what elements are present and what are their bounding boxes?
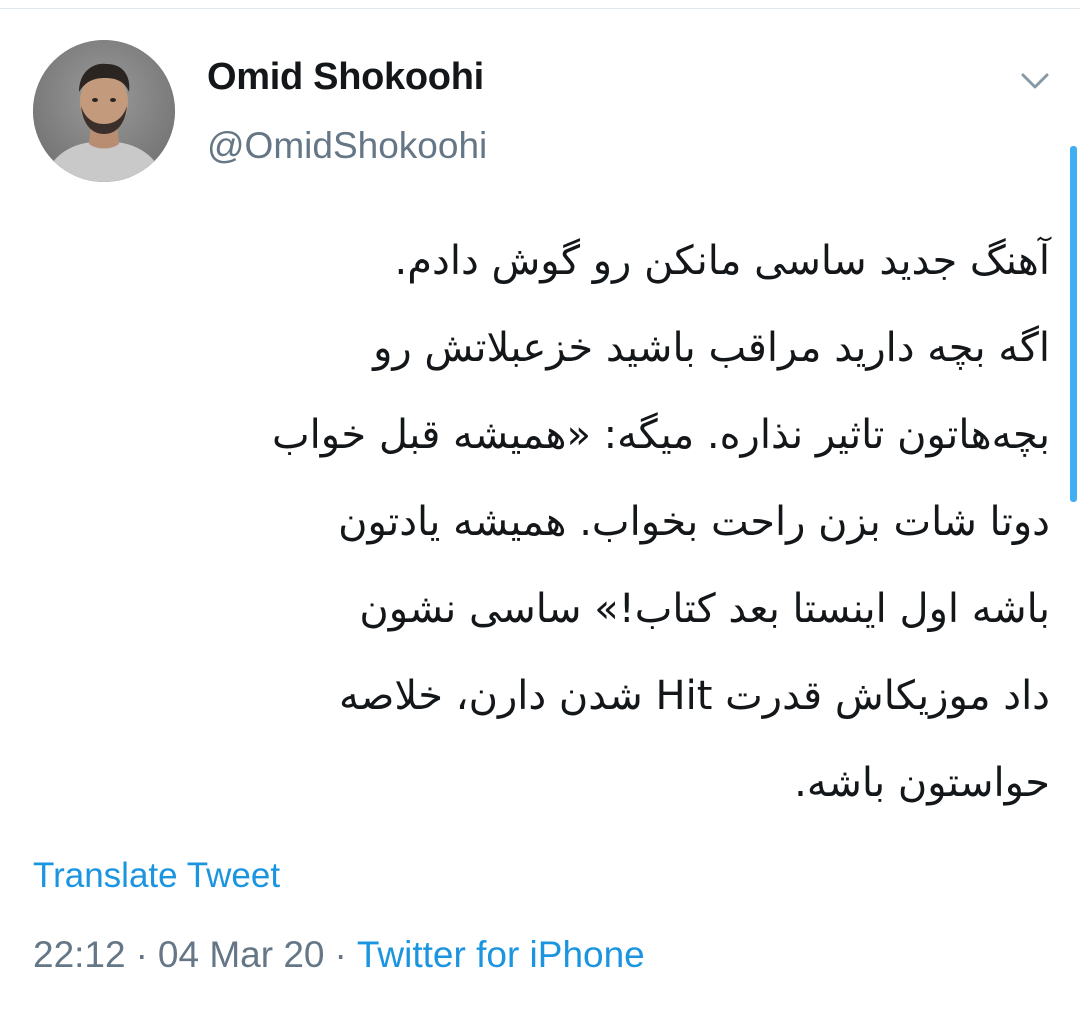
tweet-date: 04 Mar 20 [157,934,325,975]
translate-tweet-link[interactable]: Translate Tweet [33,856,280,896]
tweet-line: آهنگ جدید ساسی مانکن رو گوش دادم. [394,238,1050,284]
scrollbar[interactable] [1070,146,1077,502]
meta-separator: · [334,934,347,975]
top-divider [0,0,1080,9]
tweet-line: داد موزیکاش قدرت Hit شدن دارن، خلاصه [338,673,1050,719]
profile-photo [33,40,175,182]
tweet-source-link[interactable]: Twitter for iPhone [357,934,645,975]
tweet-text: آهنگ جدید ساسی مانکن رو گوش دادم. اگه بچ… [30,218,1050,827]
meta-separator: · [135,934,148,975]
avatar[interactable] [33,40,175,182]
chevron-down-icon[interactable] [1015,64,1055,98]
tweet-meta: 22:12 · 04 Mar 20 · Twitter for iPhone [33,934,645,976]
tweet-line: باشه اول اینستا بعد کتاب!» ساسی نشون [359,586,1050,632]
display-name[interactable]: Omid Shokoohi [207,56,484,99]
tweet-line: اگه بچه دارید مراقب باشید خزعبلاتش رو [373,325,1050,371]
tweet-line: دوتا شات بزن راحت بخواب. همیشه یادتون [338,499,1050,545]
tweet-time: 22:12 [33,934,126,975]
user-handle[interactable]: @OmidShokoohi [207,125,487,167]
tweet-line: بچه‌هاتون تاثیر نذاره. میگه: «همیشه قبل … [271,412,1050,458]
tweet-line: حواستون باشه. [794,760,1050,806]
